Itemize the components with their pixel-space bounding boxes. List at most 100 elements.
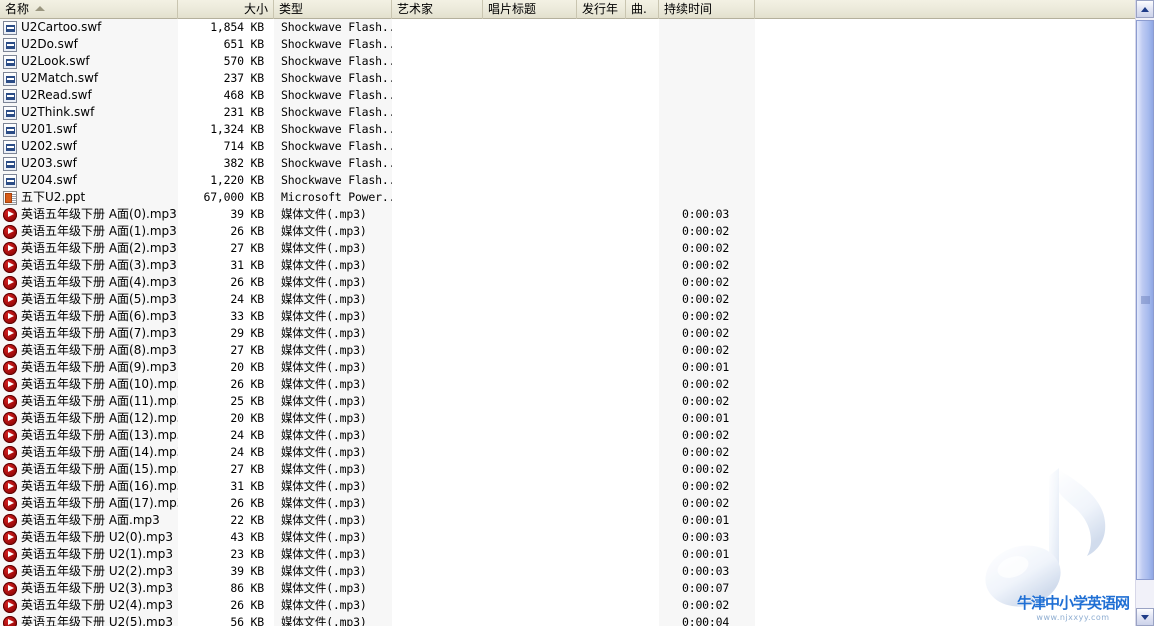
cell-artist bbox=[392, 495, 483, 512]
file-list-row[interactable]: 英语五年级下册 U2(1).mp3 23 KB 媒体文件(.mp3) 0:00:01 bbox=[0, 546, 1135, 563]
cell-duration bbox=[659, 104, 755, 121]
mp3-file-icon bbox=[3, 547, 17, 562]
file-list-row[interactable]: 英语五年级下册 U2(0).mp3 43 KB 媒体文件(.mp3) 0:00:03 bbox=[0, 529, 1135, 546]
cell-artist bbox=[392, 53, 483, 70]
scroll-down-button[interactable] bbox=[1136, 608, 1154, 626]
column-header-track[interactable]: 曲. bbox=[626, 0, 659, 19]
cell-name: 英语五年级下册 A面(14).mp3 bbox=[0, 444, 178, 461]
mp3-file-icon bbox=[3, 530, 17, 545]
cell-name: 五下U2.ppt bbox=[0, 189, 178, 206]
file-list-row[interactable]: 英语五年级下册 A面(15).mp3 27 KB 媒体文件(.mp3) 0:00:02 bbox=[0, 461, 1135, 478]
cell-album bbox=[483, 546, 577, 563]
cell-year bbox=[577, 87, 626, 104]
scrollbar-thumb[interactable] bbox=[1136, 20, 1154, 580]
file-list-row[interactable]: U2Read.swf 468 KB Shockwave Flash... bbox=[0, 87, 1135, 104]
cell-track bbox=[626, 138, 659, 155]
file-list-row[interactable]: 英语五年级下册 A面(12).mp3 20 KB 媒体文件(.mp3) 0:00:01 bbox=[0, 410, 1135, 427]
file-list-row[interactable]: 英语五年级下册 A面(6).mp3 33 KB 媒体文件(.mp3) 0:00:02 bbox=[0, 308, 1135, 325]
cell-name: U2Read.swf bbox=[0, 87, 178, 104]
cell-size: 22 KB bbox=[230, 513, 264, 527]
file-name-label: 五下U2.ppt bbox=[21, 190, 86, 204]
column-header-type[interactable]: 类型 bbox=[274, 0, 392, 19]
file-name-label: 英语五年级下册 U2(0).mp3 bbox=[21, 530, 173, 544]
cell-year bbox=[577, 461, 626, 478]
file-list-row[interactable]: 英语五年级下册 A面(3).mp3 31 KB 媒体文件(.mp3) 0:00:02 bbox=[0, 257, 1135, 274]
cell-track bbox=[626, 325, 659, 342]
swf-file-icon bbox=[3, 37, 17, 52]
file-list-row[interactable]: 英语五年级下册 A面(14).mp3 24 KB 媒体文件(.mp3) 0:00:02 bbox=[0, 444, 1135, 461]
cell-name: 英语五年级下册 U2(5).mp3 bbox=[0, 614, 178, 626]
file-list-row[interactable]: U203.swf 382 KB Shockwave Flash... bbox=[0, 155, 1135, 172]
file-list-row[interactable]: U204.swf 1,220 KB Shockwave Flash... bbox=[0, 172, 1135, 189]
file-list-row[interactable]: U2Think.swf 231 KB Shockwave Flash... bbox=[0, 104, 1135, 121]
swf-file-icon bbox=[3, 122, 17, 137]
file-list-row[interactable]: 英语五年级下册 A面(0).mp3 39 KB 媒体文件(.mp3) 0:00:03 bbox=[0, 206, 1135, 223]
cell-track bbox=[626, 495, 659, 512]
cell-year bbox=[577, 104, 626, 121]
file-list-row[interactable]: 英语五年级下册 A面(13).mp3 24 KB 媒体文件(.mp3) 0:00:02 bbox=[0, 427, 1135, 444]
cell-size: 26 KB bbox=[230, 598, 264, 612]
mp3-file-icon bbox=[3, 207, 17, 222]
file-list-row[interactable]: 英语五年级下册 A面(5).mp3 24 KB 媒体文件(.mp3) 0:00:02 bbox=[0, 291, 1135, 308]
file-list-row[interactable]: 英语五年级下册 A面(16).mp3 31 KB 媒体文件(.mp3) 0:00:02 bbox=[0, 478, 1135, 495]
cell-artist bbox=[392, 410, 483, 427]
cell-duration: 0:00:02 bbox=[659, 478, 755, 495]
cell-size: 231 KB bbox=[223, 105, 265, 119]
file-list-row[interactable]: 英语五年级下册 U2(5).mp3 56 KB 媒体文件(.mp3) 0:00:04 bbox=[0, 614, 1135, 626]
cell-type: 媒体文件(.mp3) bbox=[274, 223, 392, 240]
scroll-up-button[interactable] bbox=[1136, 0, 1154, 18]
column-header-artist[interactable]: 艺术家 bbox=[392, 0, 483, 19]
file-list-row[interactable]: 英语五年级下册 A面(4).mp3 26 KB 媒体文件(.mp3) 0:00:02 bbox=[0, 274, 1135, 291]
file-list-row[interactable]: U2Look.swf 570 KB Shockwave Flash... bbox=[0, 53, 1135, 70]
cell-size: 26 KB bbox=[230, 224, 264, 238]
file-list-row[interactable]: U201.swf 1,324 KB Shockwave Flash... bbox=[0, 121, 1135, 138]
file-list-row[interactable]: 英语五年级下册 U2(4).mp3 26 KB 媒体文件(.mp3) 0:00:02 bbox=[0, 597, 1135, 614]
cell-album bbox=[483, 580, 577, 597]
file-name-label: U2Think.swf bbox=[21, 105, 95, 119]
file-list-row[interactable]: 英语五年级下册 A面(17).mp3 26 KB 媒体文件(.mp3) 0:00:02 bbox=[0, 495, 1135, 512]
column-header-duration[interactable]: 持续时间 bbox=[659, 0, 755, 19]
file-list-row[interactable]: 英语五年级下册 A面(11).mp3 25 KB 媒体文件(.mp3) 0:00:02 bbox=[0, 393, 1135, 410]
column-header-name[interactable]: 名称 bbox=[0, 0, 178, 19]
file-list-row[interactable]: 英语五年级下册 U2(3).mp3 86 KB 媒体文件(.mp3) 0:00:07 bbox=[0, 580, 1135, 597]
cell-duration: 0:00:03 bbox=[659, 206, 755, 223]
file-list-row[interactable]: 英语五年级下册 A面(1).mp3 26 KB 媒体文件(.mp3) 0:00:02 bbox=[0, 223, 1135, 240]
column-header-year[interactable]: 发行年 bbox=[577, 0, 626, 19]
file-list-body[interactable]: U2Cartoo.swf 1,854 KB Shockwave Flash... U2… bbox=[0, 19, 1135, 626]
file-list-row[interactable]: U2Cartoo.swf 1,854 KB Shockwave Flash... bbox=[0, 19, 1135, 36]
cell-track bbox=[626, 393, 659, 410]
vertical-scrollbar[interactable] bbox=[1135, 0, 1154, 626]
file-list-row[interactable]: 英语五年级下册 A面.mp3 22 KB 媒体文件(.mp3) 0:00:01 bbox=[0, 512, 1135, 529]
cell-year bbox=[577, 155, 626, 172]
cell-artist bbox=[392, 240, 483, 257]
cell-artist bbox=[392, 274, 483, 291]
file-list-row[interactable]: U202.swf 714 KB Shockwave Flash... bbox=[0, 138, 1135, 155]
column-header-label: 持续时间 bbox=[664, 1, 713, 16]
mp3-file-icon bbox=[3, 377, 17, 392]
file-list-row[interactable]: 英语五年级下册 U2(2).mp3 39 KB 媒体文件(.mp3) 0:00:03 bbox=[0, 563, 1135, 580]
column-header-album[interactable]: 唱片标题 bbox=[483, 0, 577, 19]
column-header-size[interactable]: 大小 bbox=[178, 0, 274, 19]
cell-track bbox=[626, 257, 659, 274]
file-name-label: 英语五年级下册 A面(15).mp3 bbox=[21, 462, 178, 476]
sort-ascending-icon bbox=[35, 5, 46, 11]
cell-year bbox=[577, 359, 626, 376]
swf-file-icon bbox=[3, 156, 17, 171]
cell-year bbox=[577, 53, 626, 70]
cell-album bbox=[483, 393, 577, 410]
file-list-row[interactable]: 英语五年级下册 A面(8).mp3 27 KB 媒体文件(.mp3) 0:00:02 bbox=[0, 342, 1135, 359]
cell-size: 29 KB bbox=[230, 326, 264, 340]
cell-artist bbox=[392, 342, 483, 359]
column-header-label: 类型 bbox=[279, 1, 304, 16]
file-name-label: U2Look.swf bbox=[21, 54, 90, 68]
cell-year bbox=[577, 172, 626, 189]
file-list-row[interactable]: 五下U2.ppt 67,000 KB Microsoft Power... bbox=[0, 189, 1135, 206]
cell-album bbox=[483, 427, 577, 444]
file-list-row[interactable]: 英语五年级下册 A面(2).mp3 27 KB 媒体文件(.mp3) 0:00:02 bbox=[0, 240, 1135, 257]
cell-type: 媒体文件(.mp3) bbox=[274, 563, 392, 580]
file-list-row[interactable]: 英语五年级下册 A面(7).mp3 29 KB 媒体文件(.mp3) 0:00:02 bbox=[0, 325, 1135, 342]
file-list-row[interactable]: 英语五年级下册 A面(9).mp3 20 KB 媒体文件(.mp3) 0:00:01 bbox=[0, 359, 1135, 376]
file-list-row[interactable]: U2Do.swf 651 KB Shockwave Flash... bbox=[0, 36, 1135, 53]
file-list-row[interactable]: 英语五年级下册 A面(10).mp3 26 KB 媒体文件(.mp3) 0:00:02 bbox=[0, 376, 1135, 393]
file-list-row[interactable]: U2Match.swf 237 KB Shockwave Flash... bbox=[0, 70, 1135, 87]
